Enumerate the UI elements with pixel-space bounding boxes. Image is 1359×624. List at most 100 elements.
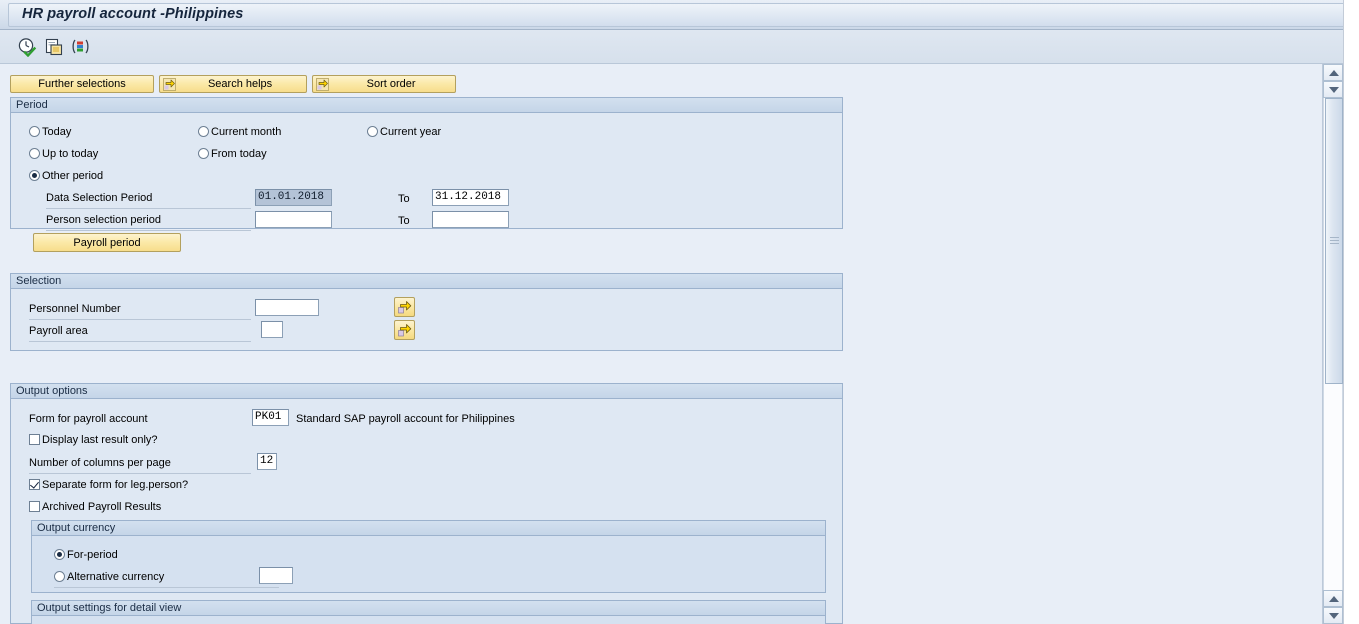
selection-screen-canvas: Further selections Search helps Sort ord… xyxy=(0,64,1322,624)
scrollbar-grip-icon xyxy=(1330,237,1339,245)
number-of-columns-per-page-input[interactable]: 12 xyxy=(257,453,277,470)
person-selection-period-label: Person selection period xyxy=(46,214,251,231)
selection-group: Selection Personnel Number Payroll area xyxy=(10,273,843,351)
payroll-period-label: Payroll period xyxy=(73,237,141,249)
output-settings-detail-view-header: Output settings for detail view xyxy=(32,601,825,616)
data-selection-period-to-input[interactable]: 31.12.2018 xyxy=(432,189,509,206)
triangle-up-icon xyxy=(1329,596,1339,602)
arrow-right-icon xyxy=(316,78,330,91)
radio-other-period[interactable]: Other period xyxy=(29,170,103,183)
archived-payroll-results-checkbox[interactable]: Archived Payroll Results xyxy=(29,501,161,514)
search-helps-button[interactable]: Search helps xyxy=(159,75,308,93)
triangle-up-icon xyxy=(1329,70,1339,76)
output-options-group-header: Output options xyxy=(11,384,842,399)
radio-indicator xyxy=(198,126,209,137)
radio-current-month-label: Current month xyxy=(211,126,282,138)
data-selection-period-from-input[interactable]: 01.01.2018 xyxy=(255,189,332,206)
search-helps-label: Search helps xyxy=(207,78,273,90)
radio-from-today[interactable]: From today xyxy=(198,148,267,161)
output-settings-detail-view-body xyxy=(32,617,825,624)
sort-order-label: Sort order xyxy=(366,78,416,90)
scrollbar-track[interactable] xyxy=(1323,98,1343,590)
copy-variant-icon[interactable] xyxy=(44,37,64,57)
radio-indicator xyxy=(29,126,40,137)
alternative-currency-input[interactable] xyxy=(259,567,293,584)
scroll-down-button[interactable] xyxy=(1323,607,1343,624)
output-currency-group-body: For-period Alternative currency xyxy=(32,537,825,592)
number-of-columns-per-page-label: Number of columns per page xyxy=(29,457,251,474)
payroll-area-multi-select-button[interactable] xyxy=(394,320,415,340)
output-settings-detail-view-group: Output settings for detail view xyxy=(31,600,826,624)
data-selection-period-label: Data Selection Period xyxy=(46,192,251,209)
radio-current-month[interactable]: Current month xyxy=(198,126,281,139)
separate-form-for-leg-person-label: Separate form for leg.person? xyxy=(42,479,189,491)
personnel-number-label: Personnel Number xyxy=(29,303,251,320)
form-for-payroll-account-label: Form for payroll account xyxy=(29,413,148,425)
output-options-group: Output options Form for payroll account … xyxy=(10,383,843,624)
radio-current-year[interactable]: Current year xyxy=(367,126,441,139)
scroll-up-button[interactable] xyxy=(1323,64,1343,81)
person-selection-period-to-input[interactable] xyxy=(432,211,509,228)
personnel-number-multi-select-button[interactable] xyxy=(394,297,415,317)
radio-today[interactable]: Today xyxy=(29,126,71,139)
radio-alternative-currency-label: Alternative currency xyxy=(67,571,165,583)
separate-form-for-leg-person-checkbox[interactable]: Separate form for leg.person? xyxy=(29,479,188,492)
radio-for-period-label: For-period xyxy=(67,549,118,561)
selection-group-body: Personnel Number Payroll area xyxy=(11,290,842,350)
radio-other-period-label: Other period xyxy=(42,170,104,182)
person-selection-period-to-label: To xyxy=(398,215,410,227)
checkbox-indicator xyxy=(29,479,40,490)
radio-indicator xyxy=(198,148,209,159)
radio-alternative-currency[interactable]: Alternative currency xyxy=(54,571,164,584)
sort-order-button[interactable]: Sort order xyxy=(312,75,457,93)
radio-current-year-label: Current year xyxy=(380,126,442,138)
triangle-down-icon xyxy=(1329,87,1339,93)
payroll-area-input[interactable] xyxy=(261,321,283,338)
display-last-result-only-checkbox[interactable]: Display last result only? xyxy=(29,434,158,447)
arrow-right-icon xyxy=(163,78,176,91)
scrollbar-thumb[interactable] xyxy=(1325,98,1343,384)
data-selection-period-to-label: To xyxy=(398,193,410,205)
output-currency-group-header: Output currency xyxy=(32,521,825,536)
personnel-number-input[interactable] xyxy=(255,299,319,316)
display-last-result-only-label: Display last result only? xyxy=(42,434,158,446)
selection-toolbar: Further selections Search helps Sort ord… xyxy=(10,75,458,93)
radio-indicator xyxy=(29,170,40,181)
period-group-body: Today Current month Current year Up to t… xyxy=(11,114,842,252)
radio-up-to-today-label: Up to today xyxy=(42,148,99,160)
radio-today-label: Today xyxy=(42,126,72,138)
radio-indicator xyxy=(54,571,65,582)
radio-indicator xyxy=(54,549,65,560)
radio-up-to-today[interactable]: Up to today xyxy=(29,148,98,161)
execute-clock-icon[interactable] xyxy=(17,37,37,57)
page-title: HR payroll account -Philippines xyxy=(22,6,244,22)
window-titlebar: HR payroll account -Philippines xyxy=(0,0,1359,30)
payroll-period-button[interactable]: Payroll period xyxy=(33,233,181,252)
selection-group-header: Selection xyxy=(11,274,842,289)
person-selection-period-from-input[interactable] xyxy=(255,211,332,228)
checkbox-indicator xyxy=(29,501,40,512)
alternative-currency-underline xyxy=(54,587,279,588)
checkbox-indicator xyxy=(29,434,40,445)
sap-window: HR payroll account -Philippines Further … xyxy=(0,0,1359,624)
archived-payroll-results-label: Archived Payroll Results xyxy=(42,501,162,513)
layout-columns-icon[interactable] xyxy=(70,37,90,57)
window-right-edge xyxy=(1343,0,1359,624)
output-currency-group: Output currency For-period Alternative c… xyxy=(31,520,826,593)
radio-from-today-label: From today xyxy=(211,148,267,160)
period-group-header: Period xyxy=(11,98,842,113)
radio-indicator xyxy=(29,148,40,159)
further-selections-button[interactable]: Further selections xyxy=(10,75,154,93)
scroll-up-button-bottom[interactable] xyxy=(1323,590,1343,607)
form-for-payroll-account-description: Standard SAP payroll account for Philipp… xyxy=(296,413,515,425)
further-selections-label: Further selections xyxy=(38,78,126,90)
radio-for-period[interactable]: For-period xyxy=(54,549,118,562)
triangle-down-icon xyxy=(1329,613,1339,619)
radio-indicator xyxy=(367,126,378,137)
scroll-down-button-top[interactable] xyxy=(1323,81,1343,98)
output-options-group-body: Form for payroll account PK01 Standard S… xyxy=(11,400,842,624)
payroll-area-label: Payroll area xyxy=(29,325,251,342)
vertical-scrollbar[interactable] xyxy=(1322,64,1343,624)
form-for-payroll-account-input[interactable]: PK01 xyxy=(252,409,289,426)
period-group: Period Today Current month Current year … xyxy=(10,97,843,252)
